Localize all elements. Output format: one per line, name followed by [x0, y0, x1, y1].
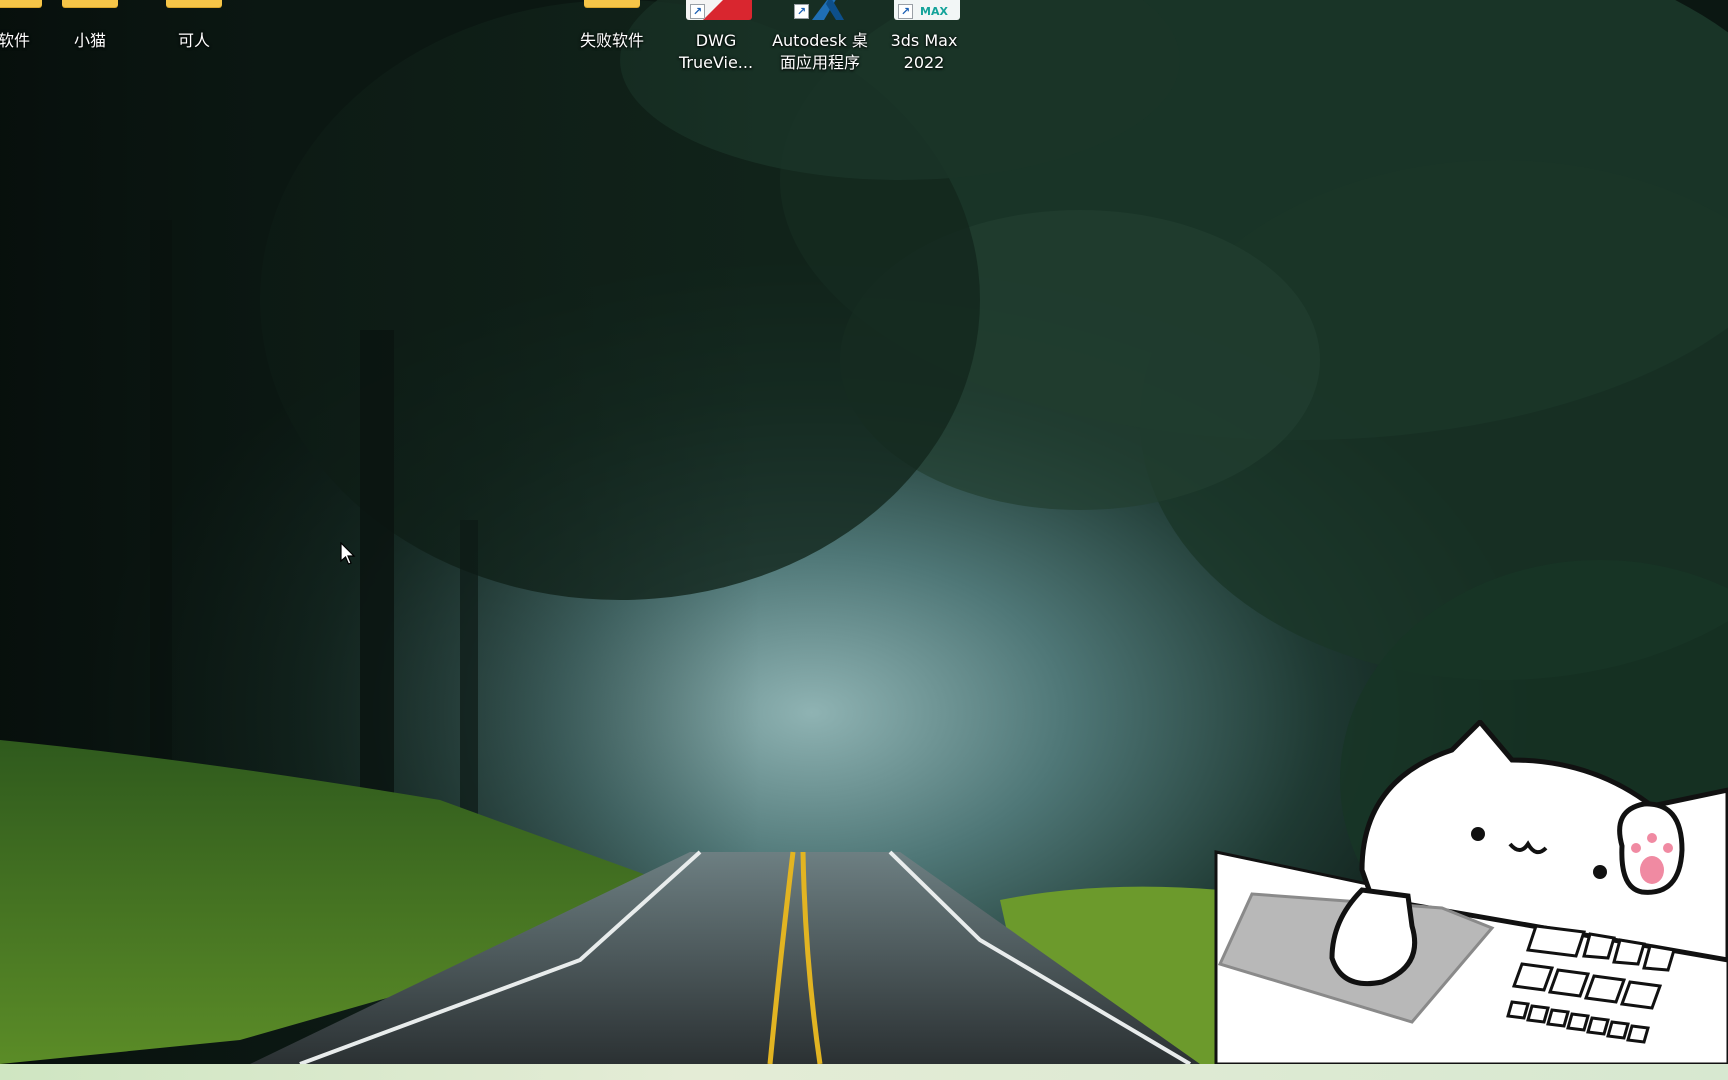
desktop-icon-autodesk-desktop-app[interactable]: ↗ Autodesk 桌 面应用程序: [768, 0, 872, 74]
desktop: 软件 小猫 可人 失败软件 ↗ DWG TrueVie... ↗ Autodes…: [0, 0, 1728, 1080]
desktop-icon-label: 3ds Max 2022: [890, 31, 958, 72]
desktop-icon-keren[interactable]: 可人: [142, 0, 246, 52]
shortcut-arrow-icon: ↗: [898, 4, 913, 19]
dwg-trueview-icon: ↗: [686, 0, 752, 20]
desktop-icon-3ds-max-2022[interactable]: ↗ MAX 3ds Max 2022: [872, 0, 976, 74]
desktop-icon-xiaomao[interactable]: 小猫: [38, 0, 142, 52]
desktop-icon-label: 可人: [177, 31, 210, 50]
taskbar-edge: [0, 1064, 1728, 1080]
desktop-icon-label: Autodesk 桌 面应用程序: [772, 31, 868, 72]
desktop-icon-shibai-ruanjian[interactable]: 失败软件: [560, 0, 664, 52]
shortcut-arrow-icon: ↗: [794, 4, 809, 19]
folder-icon: [164, 0, 224, 20]
desktop-icon-dwg-trueview[interactable]: ↗ DWG TrueVie...: [664, 0, 768, 74]
desktop-icon-label: 失败软件: [579, 31, 644, 50]
folder-icon: [60, 0, 120, 20]
3ds-max-badge: MAX: [920, 5, 948, 18]
shortcut-arrow-icon: ↗: [690, 4, 705, 19]
3ds-max-icon: ↗ MAX: [894, 0, 960, 20]
bongo-cat-overlay: [1214, 720, 1728, 1064]
autodesk-icon: ↗: [790, 0, 850, 20]
desktop-icon-label: DWG TrueVie...: [678, 31, 754, 72]
desktop-icon-label: 小猫: [73, 31, 106, 50]
folder-icon: [582, 0, 642, 20]
mouse-cursor-icon: [340, 542, 356, 565]
